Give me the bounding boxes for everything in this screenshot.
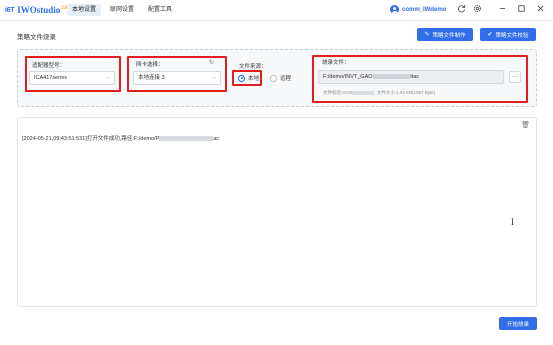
redacted-block [159,136,214,142]
check-icon: ✔ [487,32,493,38]
close-icon[interactable] [534,4,546,16]
start-burn-button[interactable]: 开始烧录 [499,317,537,330]
main-menu: 本地设置 联网设置 配置工具 [67,4,181,16]
title-bar: i6T IWOstudio2.0 本地设置 联网设置 配置工具 comm_IWd… [0,0,553,21]
radio-checked-icon [238,74,245,82]
log-line-suffix: ac [213,136,220,142]
nic-label: 网卡选择： [136,62,164,68]
radio-unchecked-icon [270,74,277,82]
trash-icon[interactable]: 🗑 [521,121,530,129]
file-meta-suffix: , 文件大小:1.04 KB(1067 Byte) [374,90,436,95]
file-path-prefix: F:/demo/INVT_GAO [323,74,373,80]
make-policy-file-button[interactable]: ✎ 策略文件制作 [417,28,473,41]
source-remote-radio[interactable]: 远程 [270,74,291,82]
browse-file-button[interactable]: ... [509,71,521,83]
source-local-radio[interactable]: 本地 [238,74,259,82]
chevron-down-icon: ⌵ [211,75,216,81]
menu-network-settings[interactable]: 联网设置 [105,4,139,16]
model-label: 适配器型号： [32,63,66,69]
source-local-label: 本地 [248,76,260,82]
text-cursor-icon: I [511,217,514,227]
file-path-suffix: itac [410,74,420,80]
burn-file-path-field[interactable]: F:/demo/INVT_GAO itac [318,70,504,84]
menu-config-tools[interactable]: 配置工具 [143,4,177,16]
burn-file-label: 烧录文件： [322,60,350,66]
page-title: 策略文件烧录 [17,34,56,41]
app-name: IWOstudio2.0 [17,5,68,15]
edit-icon: ✎ [424,32,430,38]
source-remote-label: 远程 [280,76,292,82]
user-avatar-icon [390,5,399,14]
verify-policy-file-button[interactable]: ✔ 策略文件校验 [480,28,536,41]
start-burn-label: 开始烧录 [506,321,529,328]
redacted-block [352,90,375,95]
user-account[interactable]: comm_IWdemo [390,5,446,14]
model-select-value: ICA417series [34,75,68,81]
log-output-area[interactable]: 🗑 [2024-05-21,09:43:51:531]打开文件成功,路径:F:/… [17,117,537,307]
chevron-down-icon: ⌵ [105,75,110,81]
refresh-icon[interactable] [455,4,467,16]
verify-policy-file-label: 策略文件校验 [495,32,529,39]
nic-refresh-icon[interactable]: ↻ [209,59,214,66]
user-name: comm_IWdemo [402,6,447,13]
log-line: [2024-05-21,09:43:51:531]打开文件成功,路径:F:/de… [22,134,219,142]
app-brand: i6T IWOstudio2.0 [5,5,67,15]
log-line-prefix: [2024-05-21,09:43:51:531]打开文件成功,路径:F:/de… [22,136,160,142]
nic-select-value: 本地连接 3 [138,75,165,81]
gear-icon[interactable] [471,4,483,16]
model-select[interactable]: ICA417series ⌵ [29,71,115,85]
file-meta: 文件标签:GAO , 文件大小:1.04 KB(1067 Byte) [323,90,435,96]
redacted-block [372,74,411,80]
make-policy-file-label: 策略文件制作 [432,32,466,39]
minimize-icon[interactable] [496,4,508,16]
menu-local-settings[interactable]: 本地设置 [67,4,102,16]
nic-select[interactable]: 本地连接 3 ⌵ [133,71,221,85]
app-logo-icon: i6T [5,6,15,14]
source-label: 文件来源： [239,64,267,70]
maximize-icon[interactable] [515,4,527,16]
file-meta-prefix: 文件标签:GAO [323,90,353,95]
